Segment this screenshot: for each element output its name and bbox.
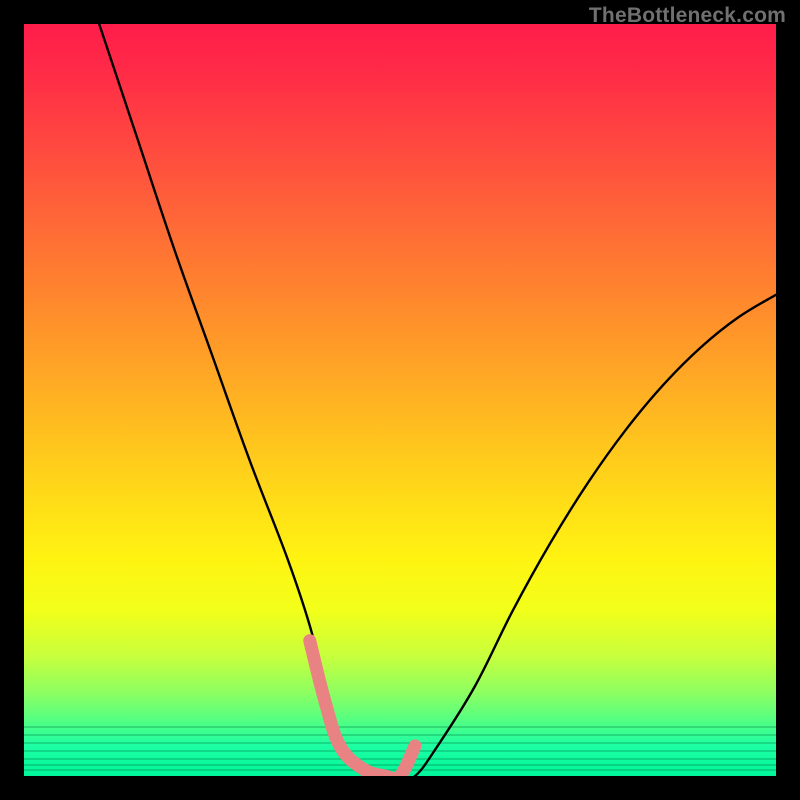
curve-svg — [24, 24, 776, 776]
watermark-text: TheBottleneck.com — [589, 4, 786, 28]
chart-container: TheBottleneck.com — [0, 0, 800, 800]
plot-area — [24, 24, 776, 776]
highlight-curve — [310, 641, 415, 776]
bottleneck-curve — [99, 24, 776, 776]
